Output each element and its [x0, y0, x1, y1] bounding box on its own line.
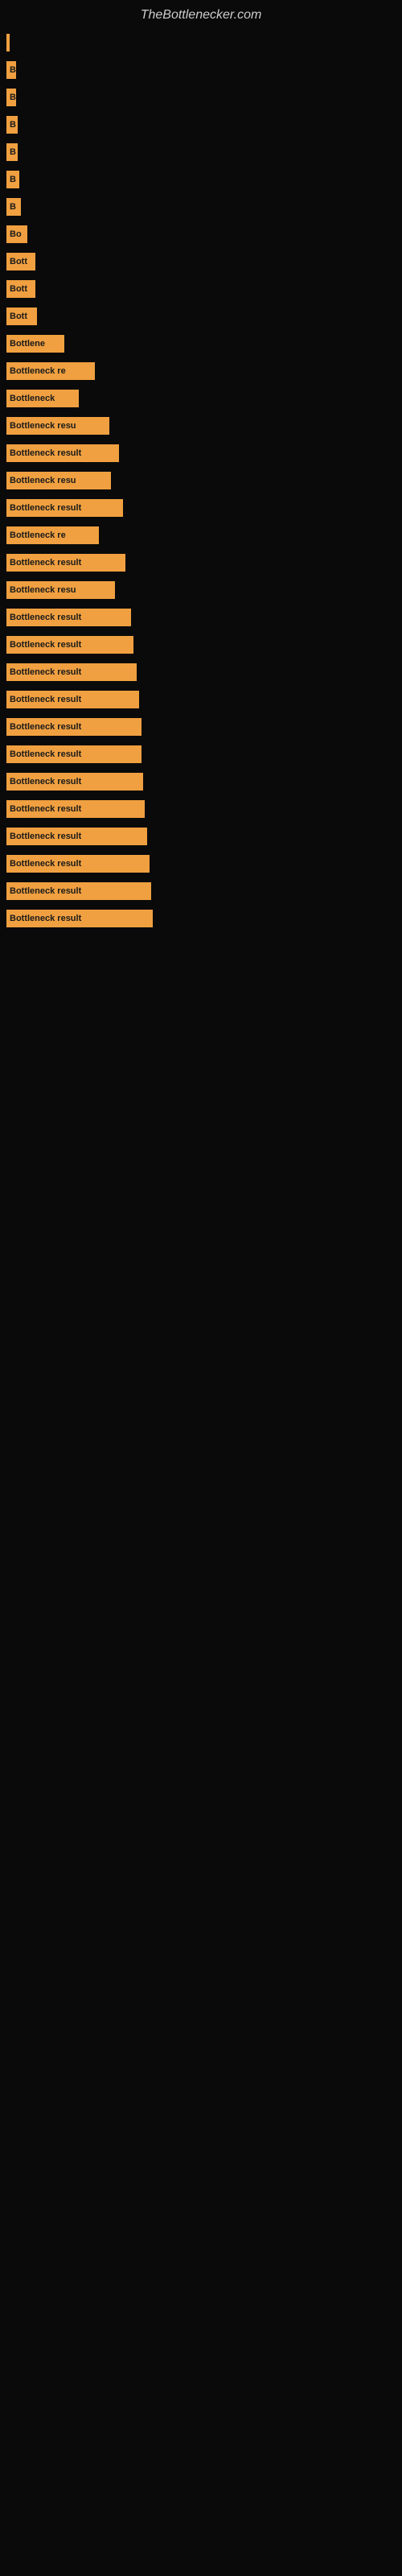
bar-row: Bott	[0, 275, 402, 303]
bar-label: Bottleneck result	[6, 663, 137, 681]
bar-row: Bottleneck	[0, 385, 402, 412]
bar-row: Bottleneck result	[0, 713, 402, 741]
bar-label: Bottleneck result	[6, 773, 143, 791]
bar-label: B	[6, 89, 16, 106]
bar-label: Bottleneck result	[6, 554, 125, 572]
bar-label	[6, 34, 10, 52]
bar-label: Bottleneck result	[6, 609, 131, 626]
bar-row: Bottleneck result	[0, 604, 402, 631]
bar-label: Bottleneck result	[6, 499, 123, 517]
bar-row: Bottleneck resu	[0, 467, 402, 494]
bar-row: Bottleneck result	[0, 795, 402, 823]
bar-row: Bottleneck result	[0, 549, 402, 576]
bar-row: Bo	[0, 221, 402, 248]
bar-label: B	[6, 198, 21, 216]
bar-label: Bott	[6, 308, 37, 325]
bar-row: Bottleneck result	[0, 440, 402, 467]
bar-row: Bottlene	[0, 330, 402, 357]
bar-label: Bottleneck result	[6, 828, 147, 845]
bar-row: Bottleneck result	[0, 850, 402, 877]
bar-row: Bottleneck re	[0, 522, 402, 549]
bar-label: Bottleneck result	[6, 444, 119, 462]
bar-label: B	[6, 61, 16, 79]
bar-label: Bottleneck result	[6, 745, 142, 763]
bar-label: Bottleneck re	[6, 526, 99, 544]
bar-label: Bottleneck	[6, 390, 79, 407]
bar-row: Bottleneck result	[0, 905, 402, 932]
bar-row: Bottleneck result	[0, 768, 402, 795]
bar-label: Bottleneck result	[6, 718, 142, 736]
site-title: TheBottlenecker.com	[0, 0, 402, 29]
bar-row: Bottleneck result	[0, 686, 402, 713]
bar-row: Bottleneck result	[0, 658, 402, 686]
bar-label: Bottleneck result	[6, 910, 153, 927]
bar-row: Bott	[0, 303, 402, 330]
bar-label: Bottleneck result	[6, 800, 145, 818]
bar-row: Bott	[0, 248, 402, 275]
bar-row: Bottleneck resu	[0, 412, 402, 440]
bar-row: Bottleneck result	[0, 741, 402, 768]
bar-label: Bottleneck resu	[6, 417, 109, 435]
bar-label: Bottlene	[6, 335, 64, 353]
bar-row: Bottleneck result	[0, 631, 402, 658]
bar-label: Bottleneck re	[6, 362, 95, 380]
bar-row: Bottleneck result	[0, 823, 402, 850]
bar-label: Bo	[6, 225, 27, 243]
bar-row: B	[0, 84, 402, 111]
bar-label: B	[6, 171, 19, 188]
bar-row	[0, 29, 402, 56]
bar-row: B	[0, 111, 402, 138]
bar-label: Bottleneck resu	[6, 581, 115, 599]
bar-label: Bottleneck result	[6, 855, 150, 873]
bar-row: B	[0, 138, 402, 166]
bar-label: Bottleneck result	[6, 882, 151, 900]
bar-label: Bottleneck result	[6, 636, 133, 654]
bar-label: Bottleneck resu	[6, 472, 111, 489]
bar-row: B	[0, 56, 402, 84]
bar-row: Bottleneck re	[0, 357, 402, 385]
bar-row: B	[0, 193, 402, 221]
bar-row: Bottleneck result	[0, 494, 402, 522]
bar-label: Bottleneck result	[6, 691, 139, 708]
bar-row: B	[0, 166, 402, 193]
bar-row: Bottleneck resu	[0, 576, 402, 604]
bar-label: Bott	[6, 253, 35, 270]
bar-label: B	[6, 143, 18, 161]
bar-label: Bott	[6, 280, 35, 298]
bar-label: B	[6, 116, 18, 134]
bar-row: Bottleneck result	[0, 877, 402, 905]
